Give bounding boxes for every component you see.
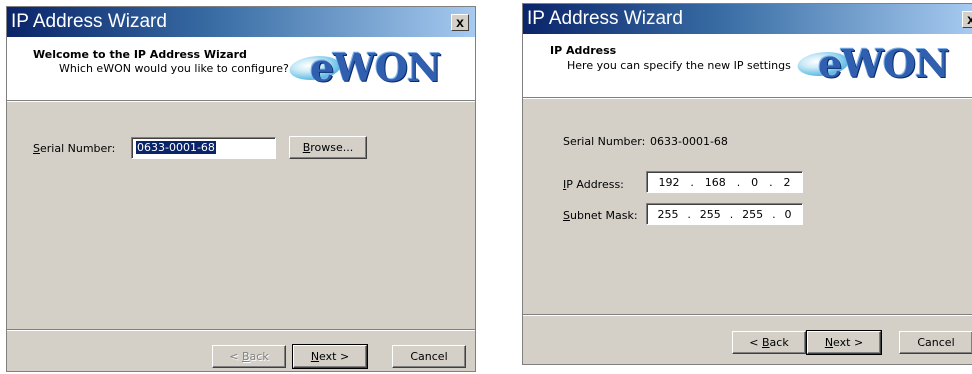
header-subtitle: Which eWON would you like to configure?: [59, 62, 289, 75]
next-button[interactable]: Next >: [806, 330, 882, 355]
wizard-header: IP Address Here you can specify the new …: [523, 34, 972, 99]
cancel-button[interactable]: Cancel: [899, 331, 972, 354]
ip-wizard-settings-window: IP Address Wizard x IP Address Here you …: [522, 3, 972, 365]
subnet-mask-input[interactable]: 255 . 255 . 255 . 0: [646, 203, 803, 225]
next-button[interactable]: Next >: [292, 344, 368, 369]
serial-number-label: Serial Number:: [563, 135, 646, 148]
close-button[interactable]: x: [962, 11, 972, 28]
window-title: IP Address Wizard: [527, 8, 683, 29]
window-title-bar[interactable]: IP Address Wizard: [7, 7, 475, 37]
logo-text: eWON: [310, 45, 442, 90]
wizard-header: Welcome to the IP Address Wizard Which e…: [7, 37, 475, 102]
serial-number-value: 0633-0001-68: [136, 141, 216, 154]
header-title: Welcome to the IP Address Wizard: [33, 48, 247, 61]
mask-dot: .: [772, 207, 776, 221]
cancel-button[interactable]: Cancel: [392, 345, 466, 368]
header-subtitle: Here you can specify the new IP settings: [567, 59, 791, 72]
subnet-mask-label: Subnet Mask:: [563, 209, 638, 222]
ip-octet-3: 0: [751, 175, 759, 189]
ip-dot: .: [769, 175, 773, 189]
mask-octet-4: 0: [784, 207, 792, 221]
ip-dot: .: [690, 175, 694, 189]
ewon-logo: eWON: [793, 41, 950, 86]
ip-address-label: IP Address:: [563, 178, 624, 191]
ip-address-input[interactable]: 192 . 168 . 0 . 2: [646, 171, 803, 193]
back-button[interactable]: < Back: [732, 331, 806, 354]
close-icon: x: [456, 14, 464, 30]
mask-dot: .: [729, 207, 734, 221]
ip-octet-4: 2: [783, 175, 791, 189]
serial-number-label: Serial Number:: [33, 142, 116, 155]
ewon-logo: eWON: [285, 45, 442, 90]
back-button[interactable]: < Back: [212, 345, 286, 368]
mask-octet-2: 255: [699, 207, 721, 221]
header-title: IP Address: [550, 44, 617, 57]
mask-octet-1: 255: [657, 207, 679, 221]
footer-separator: [7, 329, 475, 331]
serial-number-input[interactable]: 0633-0001-68: [131, 137, 276, 159]
close-button[interactable]: x: [451, 14, 469, 31]
serial-number-value: 0633-0001-68: [650, 135, 728, 148]
browse-button[interactable]: Browse...: [289, 136, 367, 159]
ip-octet-2: 168: [704, 175, 726, 189]
close-icon: x: [967, 11, 972, 27]
ip-dot: .: [736, 175, 741, 189]
mask-dot: .: [687, 207, 691, 221]
logo-text: eWON: [818, 41, 950, 86]
mask-octet-3: 255: [742, 207, 764, 221]
ip-wizard-welcome-window: IP Address Wizard x Welcome to the IP Ad…: [6, 6, 476, 372]
window-title: IP Address Wizard: [11, 11, 167, 32]
footer-separator: [523, 314, 972, 316]
window-title-bar[interactable]: IP Address Wizard: [523, 4, 972, 34]
ip-octet-1: 192: [658, 175, 680, 189]
